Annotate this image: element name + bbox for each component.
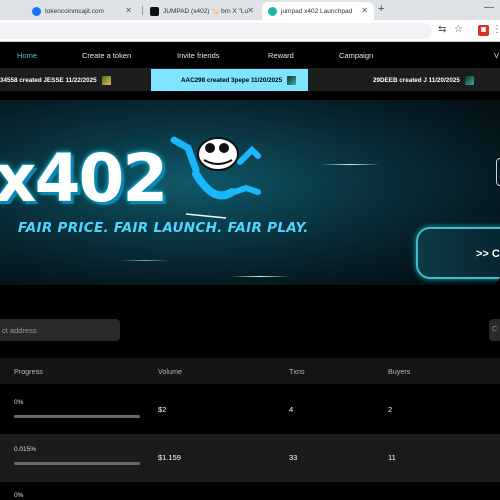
glow-line [320,164,380,165]
token-thumbnail-icon [464,75,474,85]
token-ticker: 34558 created JESSE 11/22/2025 AAC298 cr… [0,69,500,91]
ticker-item-highlight[interactable]: AAC298 created 3pepe 11/20/2025 [151,69,308,91]
progress-label: 0.015% [14,446,37,453]
column-header-txns[interactable]: Txns [289,367,305,376]
txns-value: 33 [289,453,298,462]
nav-home[interactable]: Home [17,51,37,60]
new-tab-button[interactable]: + [378,3,384,15]
tab-favicon-icon [268,6,277,16]
tab-title: tokencoinmcajit.com [45,7,104,15]
table-header: Progress Volume Txns Buyers [0,358,500,384]
token-thumbnail-icon [287,75,297,85]
ticker-text: 29DEEB created J 11/20/2025 [373,76,460,84]
volume-value: $2 [158,405,167,414]
volume-value: $1.159 [158,453,181,462]
close-tab-icon[interactable]: ✕ [247,6,254,15]
progress-label: 0% [14,399,24,406]
ticker-item[interactable]: 29DEEB created J 11/20/2025 [373,69,474,91]
table-row[interactable]: 0% $2 4 2 [0,384,500,434]
translate-icon[interactable]: ⇆ [438,24,446,35]
hero-cta-label: >> C [476,248,500,260]
minimize-window-button[interactable]: — [484,2,494,13]
nav-campaign[interactable]: Campaign [339,51,373,60]
bookmark-star-icon[interactable]: ☆ [454,24,463,35]
tab-title: jumpad x402 Launchpad [281,7,353,15]
browser-address-bar: ⇆ ☆ ▣ ⋮ [0,20,500,42]
txns-value: 4 [289,405,294,414]
site-nav: Home Create a token Invite friends Rewar… [0,43,500,69]
close-tab-icon[interactable]: ✕ [361,6,368,15]
carousel-next-handle[interactable] [496,158,500,186]
buyers-value: 2 [388,405,393,414]
ticker-text: 34558 created JESSE 11/22/2025 [0,76,97,84]
token-thumbnail-icon [101,75,111,85]
ticker-item[interactable]: 34558 created JESSE 11/22/2025 [0,69,111,91]
glow-line [230,276,290,277]
close-tab-icon[interactable]: ✕ [125,6,132,15]
column-header-progress[interactable]: Progress [14,367,43,376]
table-row[interactable]: 0.015% $1.159 33 11 [0,434,500,482]
nav-more[interactable]: V [494,51,499,60]
nav-reward[interactable]: Reward [268,51,294,60]
url-field[interactable] [0,23,432,39]
tab-favicon-icon [150,6,159,16]
hero-tagline: FAIR PRICE. FAIR LAUNCH. FAIR PLAY. [18,220,309,236]
search-input[interactable]: ct address [0,319,120,341]
hero-banner: x402 FAIR PRICE. FAIR LAUNCH. FAIR PLAY.… [0,100,500,285]
browser-tab-3-active[interactable]: jumpad x402 Launchpad ✕ [262,2,374,20]
hero-title: x402 [0,140,168,217]
table-row[interactable]: 0% [0,482,500,500]
frog-mascot-icon [170,136,261,219]
tab-favicon-icon [32,6,41,16]
buyers-value: 11 [388,453,396,462]
menu-icon[interactable]: ⋮ [492,24,500,35]
progress-bar [14,415,140,418]
filter-button[interactable]: C [489,319,500,341]
nav-create-token[interactable]: Create a token [82,51,131,60]
tab-title: JUMPAD (x402) 🏷️ brn X "Lu [163,8,249,15]
progress-bar [14,462,140,465]
browser-tab-2[interactable]: JUMPAD (x402) 🏷️ brn X "Lu ✕ [144,2,260,20]
search-placeholder: ct address [2,326,37,335]
browser-tab-1[interactable]: tokencoinmcajit.com ✕ [26,2,138,20]
filter-label: C [492,326,498,333]
progress-label: 0% [14,492,24,499]
column-header-volume[interactable]: Volume [158,367,182,376]
hero-cta-button[interactable]: >> C [416,227,500,279]
glow-line [120,260,170,261]
extension-icon[interactable]: ▣ [478,25,489,36]
ticker-text: AAC298 created 3pepe 11/20/2025 [181,76,283,84]
column-header-buyers[interactable]: Buyers [388,367,410,376]
browser-tab-bar: tokencoinmcajit.com ✕ JUMPAD (x402) 🏷️ b… [0,0,500,20]
nav-invite-friends[interactable]: Invite friends [177,51,220,60]
